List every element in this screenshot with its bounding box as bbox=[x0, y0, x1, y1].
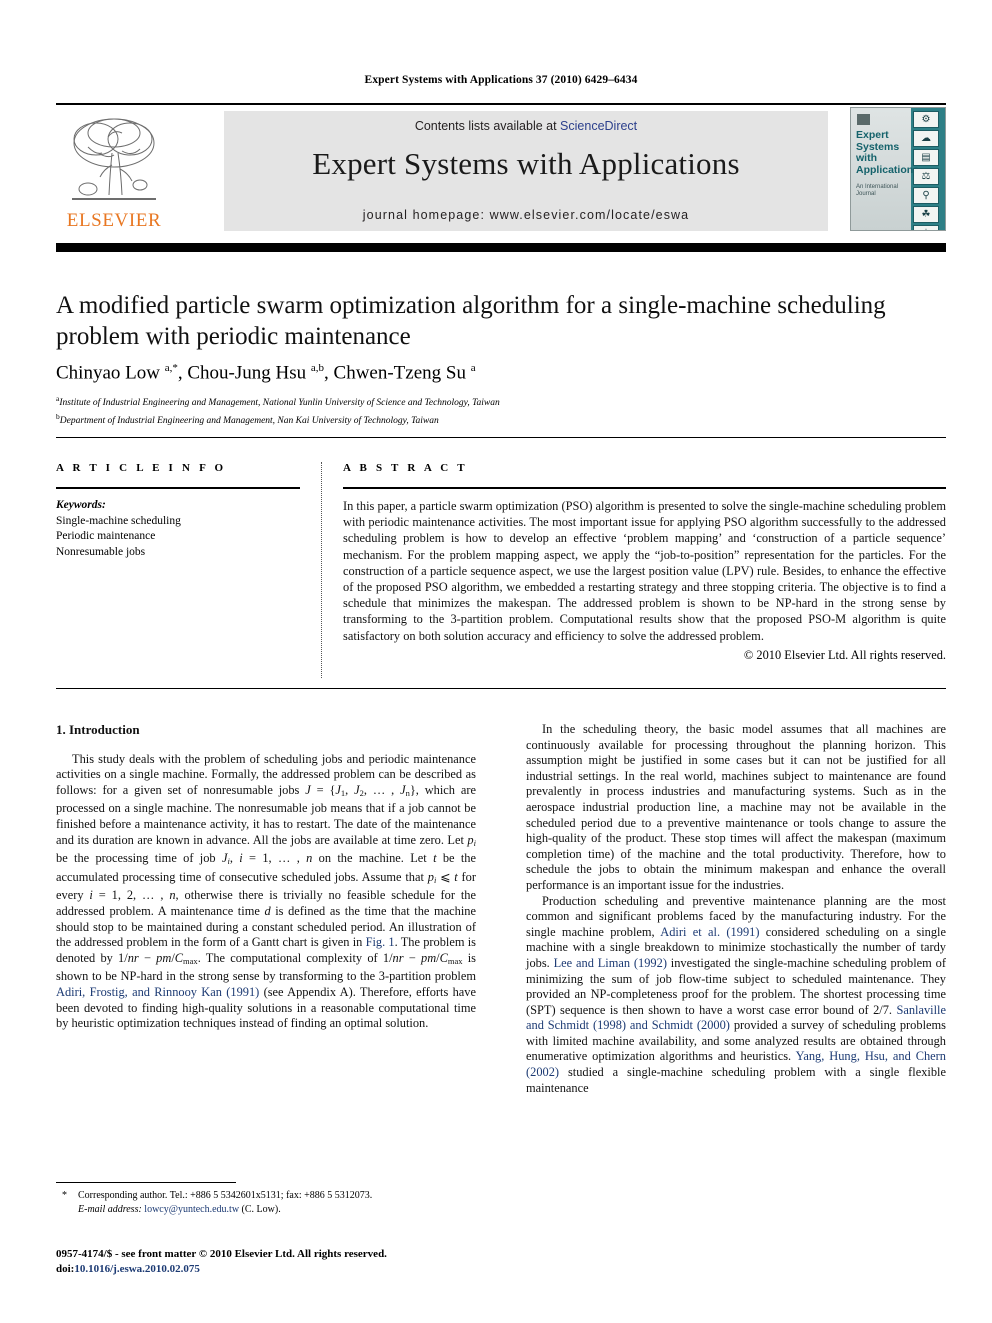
body-column-left: 1. Introduction This study deals with th… bbox=[56, 722, 476, 1032]
elsevier-logo: ELSEVIER bbox=[60, 111, 168, 231]
keywords-label: Keywords: bbox=[56, 499, 106, 511]
cover-icon-column: ⚙ ☁ ▤ ⚖ ⚲ ☘ ⚕ bbox=[913, 111, 943, 230]
plant-icon: ☘ bbox=[913, 206, 939, 223]
elsevier-wordmark: ELSEVIER bbox=[66, 210, 162, 231]
paragraph: This study deals with the problem of sch… bbox=[56, 751, 477, 1031]
email-label: E-mail address: bbox=[78, 1203, 142, 1215]
journal-homepage-line[interactable]: journal homepage: www.elsevier.com/locat… bbox=[224, 208, 828, 222]
sciencedirect-link[interactable]: ScienceDirect bbox=[560, 119, 637, 133]
email-link[interactable]: lowcy@yuntech.edu.tw bbox=[144, 1204, 239, 1215]
divider-above-article-info bbox=[56, 437, 946, 438]
contents-prefix: Contents lists available at bbox=[414, 119, 561, 133]
journal-masthead: ELSEVIER Contents lists available at Sci… bbox=[56, 103, 946, 233]
paragraph: In the scheduling theory, the basic mode… bbox=[526, 722, 946, 892]
keyword-item: Single-machine scheduling bbox=[56, 514, 181, 527]
section-heading-introduction: 1. Introduction bbox=[56, 722, 140, 737]
abstract-rule bbox=[343, 487, 946, 489]
doi-line: doi:10.1016/j.eswa.2010.02.075 bbox=[56, 1262, 556, 1277]
caduceus-icon: ⚕ bbox=[913, 225, 939, 230]
abstract-heading: A B S T R A C T bbox=[343, 462, 468, 474]
cover-subtitle: An International Journal bbox=[856, 184, 899, 197]
footnote-star-marker: * bbox=[62, 1190, 67, 1201]
elsevier-tree-icon bbox=[72, 118, 156, 200]
journal-cover-thumbnail[interactable]: Expert Systems with Applications An Inte… bbox=[850, 107, 946, 231]
keyword-item: Nonresumable jobs bbox=[56, 545, 146, 558]
journal-band: Contents lists available at ScienceDirec… bbox=[224, 111, 828, 231]
keyword-item: Periodic maintenance bbox=[56, 530, 156, 542]
abstract-text: In this paper, a particle swarm optimiza… bbox=[343, 499, 946, 643]
doi-link[interactable]: 10.1016/j.eswa.2010.02.075 bbox=[74, 1263, 200, 1275]
globe-icon: ☁ bbox=[913, 130, 939, 147]
scales-icon: ⚖ bbox=[913, 168, 939, 185]
article-info-block: A R T I C L E I N F O Keywords: Single-m… bbox=[56, 462, 300, 560]
article-info-heading: A R T I C L E I N F O bbox=[56, 462, 227, 474]
corresponding-author-text: Corresponding author. Tel.: +886 5 53426… bbox=[78, 1190, 373, 1201]
bar-chart-icon: ▤ bbox=[913, 149, 939, 166]
affiliation-list: aInstitute of Industrial Engineering and… bbox=[56, 392, 906, 428]
contents-available-line: Contents lists available at ScienceDirec… bbox=[224, 119, 828, 133]
gear-icon: ⚙ bbox=[913, 111, 939, 128]
footnote-rule bbox=[56, 1182, 236, 1183]
divider-below-abstract bbox=[56, 688, 946, 689]
masthead-black-bar bbox=[56, 243, 946, 252]
affiliation-b: bDepartment of Industrial Engineering an… bbox=[56, 412, 439, 427]
cover-elsevier-mark-icon bbox=[857, 114, 870, 125]
paragraph: Production scheduling and preventive mai… bbox=[526, 893, 947, 1095]
affiliation-a: aInstitute of Industrial Engineering and… bbox=[56, 394, 500, 409]
page-title: A modified particle swarm optimization a… bbox=[56, 292, 886, 350]
page-footer: 0957-4174/$ - see front matter © 2010 El… bbox=[56, 1247, 556, 1277]
journal-title: Expert Systems with Applications bbox=[312, 146, 740, 181]
corresponding-author-footnote: * Corresponding author. Tel.: +886 5 534… bbox=[56, 1189, 476, 1216]
author-list: Chinyao Low a,*, Chou-Jung Hsu a,b, Chwe… bbox=[56, 362, 476, 384]
info-abstract-divider bbox=[321, 462, 322, 678]
article-info-rule bbox=[56, 487, 300, 489]
keywords-block: Keywords: Single-machine scheduling Peri… bbox=[56, 498, 300, 560]
paper-page: Expert Systems with Applications 37 (201… bbox=[0, 0, 992, 1323]
cover-title: Expert Systems with Applications bbox=[856, 129, 920, 176]
doi-label: doi: bbox=[56, 1263, 75, 1275]
abstract-block: A B S T R A C T In this paper, a particl… bbox=[343, 462, 946, 663]
body-column-right: In the scheduling theory, the basic mode… bbox=[526, 722, 946, 1096]
abstract-copyright: © 2010 Elsevier Ltd. All rights reserved… bbox=[743, 647, 946, 662]
email-owner: (C. Low). bbox=[241, 1203, 281, 1215]
microscope-icon: ⚲ bbox=[913, 187, 939, 204]
running-head: Expert Systems with Applications 37 (201… bbox=[364, 74, 638, 86]
issn-copyright-line: 0957-4174/$ - see front matter © 2010 El… bbox=[56, 1248, 387, 1260]
